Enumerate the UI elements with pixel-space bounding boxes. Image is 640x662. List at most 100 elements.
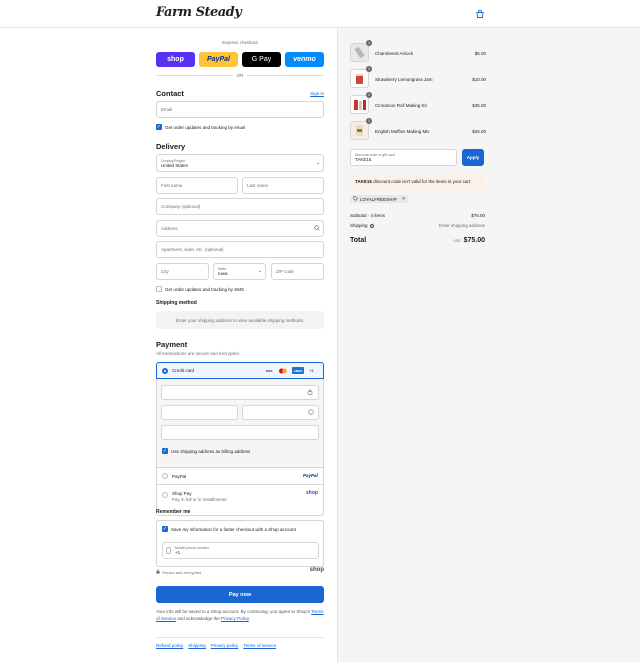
checkbox-unchecked-icon[interactable] <box>156 286 162 292</box>
remember-me-heading: Remember me <box>156 509 191 515</box>
shop-pay-logo: shop <box>306 490 318 496</box>
lock-icon <box>156 569 160 575</box>
shop-pay-sublabel: Pay in full or in installments <box>172 497 227 502</box>
legal-text-1: Your info will be saved to a Shop accoun… <box>156 609 311 614</box>
shopping-bag-icon[interactable] <box>475 9 485 19</box>
product-thumbnail <box>350 121 369 140</box>
checkbox-checked-icon[interactable]: ✓ <box>162 526 168 532</box>
email-updates-option[interactable]: ✓ Get order updates and tracking by emai… <box>156 124 245 130</box>
save-info-option[interactable]: ✓ Save my information for a faster check… <box>162 526 296 532</box>
state-value: Iowa <box>218 271 228 276</box>
product-name: English Muffins Making Mix <box>375 129 430 134</box>
cart-item: 1 Chambered Airlock $5.00 <box>350 40 486 62</box>
shop-pay-button[interactable]: shop <box>156 52 195 67</box>
paypal-option[interactable]: PayPal <box>157 467 323 484</box>
credit-card-label: Credit card <box>172 368 195 373</box>
card-number-field[interactable] <box>161 385 319 400</box>
footer-links: Refund policy Shipping Privacy policy Te… <box>156 643 276 648</box>
sms-updates-option[interactable]: Get order updates and tracking by SMS <box>156 286 244 292</box>
applied-discount-tag: LOYALFREESHIP ✕ <box>350 195 409 203</box>
email-field[interactable]: Email <box>156 101 324 118</box>
store-logo[interactable]: Farm Steady <box>156 5 242 20</box>
sign-in-link[interactable]: Sign in <box>310 91 324 96</box>
shipping-value: Enter shipping address <box>438 223 485 228</box>
country-select[interactable]: Country/Region United States <box>156 154 324 172</box>
name-on-card-field[interactable] <box>161 425 319 440</box>
total-value: $75.00 <box>463 237 485 244</box>
email-updates-label: Get order updates and tracking by email <box>165 124 246 130</box>
total-row: USD $75.00 <box>453 237 485 244</box>
mobile-phone-field[interactable]: Mobile phone number +1 <box>162 542 319 559</box>
warning-text: discount code isn't valid for the items … <box>373 178 471 184</box>
product-thumbnail <box>350 69 369 88</box>
shipping-link[interactable]: Shipping <box>188 643 206 648</box>
shop-logo: shop <box>309 567 324 573</box>
subtotal-value: $75.00 <box>471 213 485 218</box>
shop-pay-label: Shop Pay <box>172 491 192 496</box>
contact-heading: Contact <box>156 89 184 98</box>
info-icon[interactable]: ? <box>369 223 374 228</box>
expiration-date-field[interactable] <box>161 405 238 420</box>
billing-address-label: Use shipping address as billing address <box>171 448 251 454</box>
city-field[interactable]: City <box>156 263 209 280</box>
radio-selected-icon[interactable] <box>162 367 168 374</box>
address-field[interactable]: Address <box>156 220 324 237</box>
product-thumbnail <box>350 95 369 114</box>
discount-code-input[interactable]: Discount code or gift card TAKE15 <box>350 149 457 166</box>
apply-discount-button[interactable]: Apply <box>462 149 484 166</box>
country-value: United States <box>161 162 189 168</box>
order-summary: 1 Chambered Airlock $5.00 1 Strawberry L… <box>337 28 640 662</box>
paypal-button[interactable]: PayPal <box>199 52 238 67</box>
terms-of-service-footer-link[interactable]: Terms of service <box>243 643 276 648</box>
discount-warning: TAKE15 discount code isn't valid for the… <box>350 173 484 189</box>
last-name-field[interactable]: Last name <box>242 177 324 194</box>
paypal-logo: PayPal <box>303 473 318 478</box>
chevron-down-icon: ⌄ <box>316 160 321 166</box>
tag-icon <box>353 196 358 202</box>
payment-subtitle: All transactions are secure and encrypte… <box>156 351 241 356</box>
remove-tag-icon[interactable]: ✕ <box>402 196 406 202</box>
search-icon <box>314 225 320 233</box>
legal-text: Your info will be saved to a Shop accoun… <box>156 608 324 622</box>
refund-policy-link[interactable]: Refund policy <box>156 643 183 648</box>
quantity-badge: 1 <box>366 40 372 46</box>
privacy-policy-footer-link[interactable]: Privacy policy <box>211 643 239 648</box>
first-name-field[interactable]: First name <box>156 177 238 194</box>
tag-label: LOYALFREESHIP <box>360 196 397 202</box>
product-price: $25.00 <box>472 129 486 134</box>
discount-code-value: TAKE15 <box>355 157 372 162</box>
shipping-row-label: Shipping ? <box>350 223 374 228</box>
quantity-badge: 1 <box>366 92 372 98</box>
save-info-label: Save my information for a faster checkou… <box>171 526 296 532</box>
more-brands-label: +4 <box>309 368 314 373</box>
google-pay-button[interactable]: G Pay <box>242 52 281 67</box>
radio-unselected-icon[interactable] <box>162 492 168 498</box>
billing-address-option[interactable]: ✓ Use shipping address as billing addres… <box>162 448 250 454</box>
product-price: $5.00 <box>474 51 486 56</box>
zip-field[interactable]: ZIP code <box>271 263 324 280</box>
product-name: Strawberry Lemongrass Jam <box>375 77 433 82</box>
sms-updates-label: Get order updates and tracking by SMS <box>165 286 245 292</box>
cart-item: 1 English Muffins Making Mix $25.00 <box>350 118 486 140</box>
shipping-label: Shipping <box>350 223 368 228</box>
product-thumbnail <box>350 43 369 62</box>
checkbox-checked-icon[interactable]: ✓ <box>162 448 168 454</box>
help-circle-icon[interactable] <box>308 409 314 417</box>
footer-divider <box>156 637 324 638</box>
paypal-label: PayPal <box>172 473 187 479</box>
apartment-field[interactable]: Apartment, suite, etc. (optional) <box>156 241 324 258</box>
pay-now-button[interactable]: Pay now <box>156 586 324 603</box>
company-field[interactable]: Company (optional) <box>156 198 324 215</box>
product-name: Cinnamon Roll Making Kit <box>375 103 427 108</box>
lock-icon <box>307 389 313 397</box>
privacy-policy-link[interactable]: Privacy Policy <box>221 616 249 621</box>
radio-unselected-icon[interactable] <box>162 473 168 479</box>
shipping-method-notice: Enter your shipping address to view avai… <box>156 311 324 329</box>
chevron-down-icon: ⌄ <box>258 268 263 274</box>
card-form: ✓ Use shipping address as billing addres… <box>157 379 323 467</box>
checkbox-checked-icon[interactable]: ✓ <box>156 124 162 130</box>
phone-value: +1 <box>175 550 181 555</box>
secure-note: Secure and encrypted <box>156 569 201 575</box>
venmo-button[interactable]: venmo <box>285 52 324 67</box>
currency-code: USD <box>453 239 461 243</box>
